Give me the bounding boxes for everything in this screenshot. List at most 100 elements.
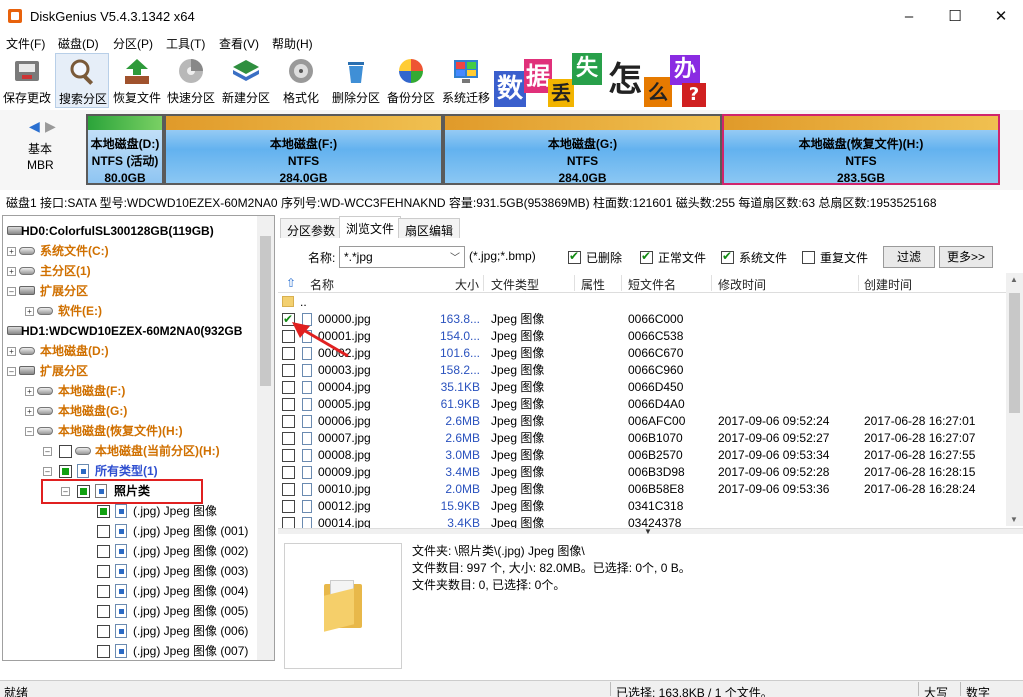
prev-disk-icon[interactable]: ◀ <box>29 118 40 135</box>
file-list-scrollbar[interactable]: ▲ ▼ <box>1006 273 1023 526</box>
file-checkbox[interactable] <box>282 517 295 528</box>
tree-scrollbar[interactable] <box>257 216 274 660</box>
expand-icon[interactable]: + <box>25 407 34 416</box>
tree-checkbox[interactable] <box>97 645 110 658</box>
col-short-name[interactable]: 短文件名 <box>628 276 676 293</box>
tab-partition-params[interactable]: 分区参数 <box>280 218 343 238</box>
menu-file[interactable]: 文件(F) <box>6 35 45 52</box>
col-name[interactable]: 名称 <box>310 276 334 293</box>
parent-folder-row[interactable]: .. <box>278 294 1006 311</box>
file-checkbox[interactable] <box>282 398 295 411</box>
menu-help[interactable]: 帮助(H) <box>272 35 313 52</box>
close-button[interactable]: ✕ <box>978 0 1023 33</box>
file-checkbox[interactable] <box>282 415 295 428</box>
recover-file-button[interactable]: 恢复文件 <box>110 53 164 108</box>
file-checkbox[interactable] <box>282 449 295 462</box>
name-filter-combo[interactable]: *.*jpg ﹀ <box>339 246 465 268</box>
file-row[interactable]: 00000.jpg163.8...Jpeg 图像0066C000 <box>278 311 1006 328</box>
folder-icon <box>77 464 89 478</box>
file-checkbox[interactable] <box>282 483 295 496</box>
delete-partition-button[interactable]: 删除分区 <box>329 53 383 108</box>
new-partition-button[interactable]: 新建分区 <box>219 53 273 108</box>
col-type[interactable]: 文件类型 <box>491 276 539 293</box>
file-row[interactable]: 00001.jpg 154.0... Jpeg 图像 0066C538 <box>278 328 1006 345</box>
collapse-icon[interactable]: – <box>43 467 52 476</box>
expand-icon[interactable]: + <box>7 247 16 256</box>
deleted-checkbox[interactable] <box>568 249 581 264</box>
format-button[interactable]: 格式化 <box>274 53 328 108</box>
tree-checkbox[interactable] <box>59 445 72 458</box>
tree-checkbox[interactable] <box>97 505 110 518</box>
expand-icon[interactable]: + <box>25 307 34 316</box>
file-row[interactable]: 00003.jpg 158.2... Jpeg 图像 0066C960 <box>278 362 1006 379</box>
tree-checkbox[interactable] <box>59 465 72 478</box>
system-migrate-button[interactable]: 系统迁移 <box>439 53 493 108</box>
menu-disk[interactable]: 磁盘(D) <box>58 35 99 52</box>
menu-partition[interactable]: 分区(P) <box>113 35 153 52</box>
partition-f[interactable]: 本地磁盘(F:) NTFS 284.0GB <box>164 114 443 185</box>
scroll-up-icon[interactable]: ▲ <box>1010 275 1018 284</box>
tree-checkbox[interactable] <box>97 565 110 578</box>
file-row[interactable]: 00009.jpg 3.4MB Jpeg 图像 006B3D98 2017-09-06 … <box>278 464 1006 481</box>
col-attr[interactable]: 属性 <box>581 276 605 293</box>
minimize-button[interactable]: – <box>886 0 932 33</box>
collapse-icon[interactable]: – <box>7 287 16 296</box>
quick-partition-button[interactable]: 快速分区 <box>164 53 218 108</box>
col-created[interactable]: 创建时间 <box>864 276 912 293</box>
up-folder-icon[interactable]: ⇧ <box>286 276 296 290</box>
file-row[interactable]: 00012.jpg 15.9KB Jpeg 图像 0341C318 <box>278 498 1006 515</box>
file-checkbox[interactable] <box>282 381 295 394</box>
file-list-scroll-thumb[interactable] <box>1009 293 1020 413</box>
file-checkbox[interactable] <box>282 432 295 445</box>
tree-scroll-thumb[interactable] <box>260 236 271 386</box>
file-row[interactable]: 00005.jpg 61.9KB Jpeg 图像 0066D4A0 <box>278 396 1006 413</box>
file-short-name: 0066C000 <box>628 312 684 326</box>
file-row[interactable]: 00014.jpg 3.4KB Jpeg 图像 03424378 <box>278 515 1006 528</box>
file-row[interactable]: 00008.jpg 3.0MB Jpeg 图像 006B2570 2017-09-06 … <box>278 447 1006 464</box>
file-checkbox[interactable] <box>282 466 295 479</box>
maximize-button[interactable]: ☐ <box>932 0 978 33</box>
tree-checkbox[interactable] <box>97 525 110 538</box>
file-checkbox[interactable] <box>282 500 295 513</box>
collapse-icon[interactable]: – <box>25 427 34 436</box>
file-row[interactable]: 00010.jpg 2.0MB Jpeg 图像 006B58E8 2017-09-06 … <box>278 481 1006 498</box>
menu-tools[interactable]: 工具(T) <box>166 35 205 52</box>
next-disk-icon[interactable]: ▶ <box>45 118 56 135</box>
file-row[interactable]: 00007.jpg 2.6MB Jpeg 图像 006B1070 2017-09-06 … <box>278 430 1006 447</box>
expand-icon[interactable]: + <box>25 387 34 396</box>
panel-splitter[interactable]: ▼ <box>278 527 1023 536</box>
partition-d[interactable]: 本地磁盘(D:) NTFS (活动) 80.0GB <box>86 114 164 185</box>
tree-checkbox[interactable] <box>97 585 110 598</box>
menu-view[interactable]: 查看(V) <box>219 35 259 52</box>
file-count: 文件数目: 997 个, 大小: 82.0MB。已选择: 0个, 0 B。 <box>412 561 691 575</box>
file-checkbox[interactable] <box>282 364 295 377</box>
file-row[interactable]: 00004.jpg 35.1KB Jpeg 图像 0066D450 <box>278 379 1006 396</box>
search-partition-button[interactable]: 搜索分区 <box>55 53 109 108</box>
tree-checkbox[interactable] <box>97 545 110 558</box>
expand-icon[interactable]: + <box>7 267 16 276</box>
duplicate-files-checkbox[interactable] <box>802 251 815 264</box>
collapse-arrow-icon[interactable]: ▼ <box>644 527 652 536</box>
save-changes-button[interactable]: 保存更改 <box>0 53 54 108</box>
tree-checkbox[interactable] <box>97 625 110 638</box>
col-size[interactable]: 大小 <box>455 276 479 293</box>
backup-partition-button[interactable]: 备份分区 <box>384 53 438 108</box>
file-row[interactable]: 00006.jpg 2.6MB Jpeg 图像 006AFC00 2017-09-06 … <box>278 413 1006 430</box>
file-row[interactable]: 00002.jpg101.6...Jpeg 图像0066C670 <box>278 345 1006 362</box>
col-modified[interactable]: 修改时间 <box>718 276 766 293</box>
promo-banner[interactable]: 数 据 丢 失 怎 么 办 ? <box>494 53 712 107</box>
scroll-down-icon[interactable]: ▼ <box>1010 515 1018 524</box>
filter-button[interactable]: 过滤 <box>883 246 935 268</box>
tab-sector-edit[interactable]: 扇区编辑 <box>398 218 461 238</box>
file-name: 00008.jpg <box>318 448 371 462</box>
expand-icon[interactable]: + <box>7 347 16 356</box>
normal-files-checkbox[interactable] <box>640 249 653 264</box>
more-button[interactable]: 更多>> <box>939 246 993 268</box>
collapse-icon[interactable]: – <box>43 447 52 456</box>
partition-g[interactable]: 本地磁盘(G:) NTFS 284.0GB <box>443 114 722 185</box>
tab-browse-files[interactable]: 浏览文件 <box>339 216 402 238</box>
collapse-icon[interactable]: – <box>7 367 16 376</box>
partition-h[interactable]: 本地磁盘(恢复文件)(H:) NTFS 283.5GB <box>722 114 1000 185</box>
system-files-checkbox[interactable] <box>721 249 734 264</box>
tree-checkbox[interactable] <box>97 605 110 618</box>
